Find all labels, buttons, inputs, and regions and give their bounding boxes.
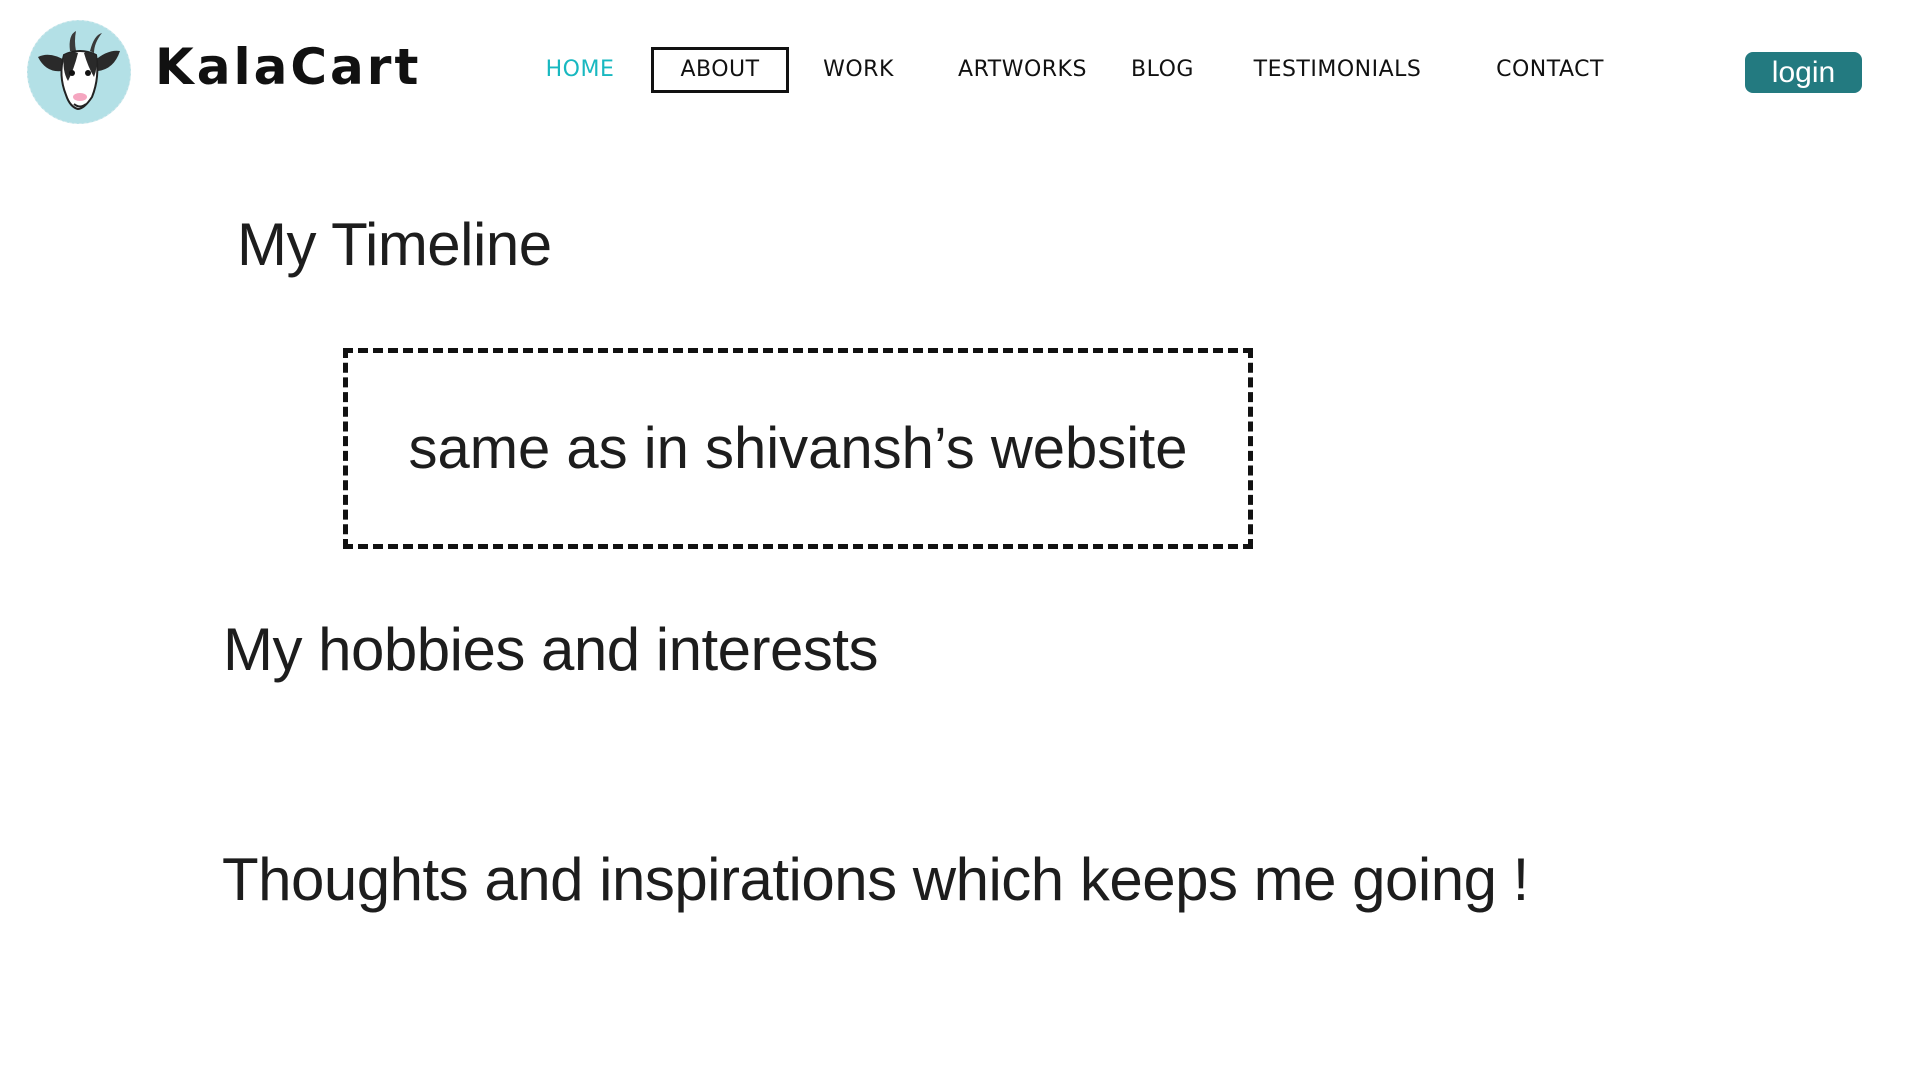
nav-blog[interactable]: BLOG [1125,47,1200,93]
hobbies-heading: My hobbies and interests [223,616,879,683]
nav-artworks[interactable]: ARTWORKS [950,47,1095,93]
nav-testimonials[interactable]: TESTIMONIALS [1240,47,1435,93]
timeline-heading: My Timeline [237,211,552,278]
nav-home[interactable]: HOME [530,47,630,93]
nav-contact[interactable]: CONTACT [1485,47,1615,93]
nav-about[interactable]: ABOUT [651,47,789,93]
login-button[interactable]: login [1745,52,1862,93]
timeline-placeholder-box: same as in shivansh’s website [343,348,1253,549]
main-nav: HOME ABOUT WORK ARTWORKS BLOG TESTIMONIA… [0,47,1920,93]
thoughts-heading: Thoughts and inspirations which keeps me… [222,846,1529,913]
nav-work[interactable]: WORK [816,47,901,93]
timeline-placeholder-text: same as in shivansh’s website [408,416,1188,481]
